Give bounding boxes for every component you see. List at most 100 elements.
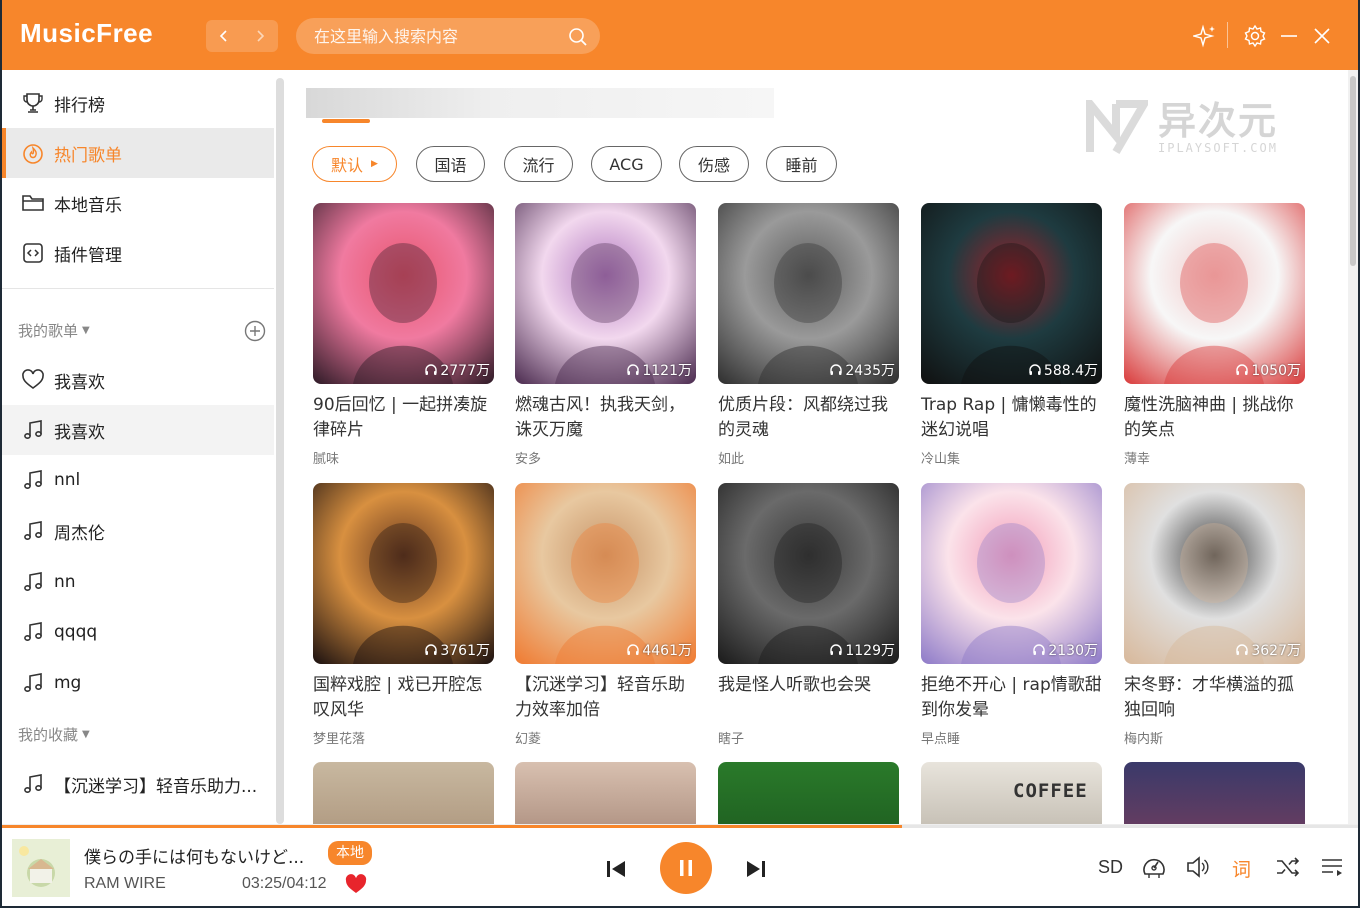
playlist-author[interactable]: 如此: [718, 448, 744, 467]
playlist-author[interactable]: 幻菱: [515, 728, 541, 747]
playlist-card[interactable]: 588.4万 Trap Rap | 慵懒毒性的迷幻说唱冷山集: [921, 203, 1102, 467]
playlist-card[interactable]: 4461万【沉迷学习】轻音乐助力效率加倍幻菱: [515, 483, 696, 747]
tag-bedtime[interactable]: 睡前: [766, 146, 837, 182]
main-scrollbar[interactable]: [1348, 70, 1358, 824]
playlist-card[interactable]: 1129万我是怪人听歌也会哭瞎子: [718, 483, 899, 747]
playlist-card[interactable]: [313, 762, 494, 824]
search-icon[interactable]: [568, 27, 588, 47]
playlist-card[interactable]: [515, 762, 696, 824]
playlist-title[interactable]: 燃魂古风！执我天剑，诛灭万魔: [515, 393, 696, 443]
sidebar-playlist-item[interactable]: 我喜欢: [2, 355, 274, 405]
playlist-queue-button[interactable]: [1318, 853, 1346, 881]
playlist-card[interactable]: 2435万优质片段：风都绕过我的灵魂如此: [718, 203, 899, 467]
volume-button[interactable]: [1184, 853, 1212, 881]
playlist-author[interactable]: 早点睡: [921, 728, 960, 747]
playlist-title[interactable]: 优质片段：风都绕过我的灵魂: [718, 393, 899, 443]
tag-default[interactable]: 默认 ▶: [312, 146, 397, 182]
playlist-title[interactable]: 宋冬野：才华横溢的孤独回响: [1124, 673, 1305, 723]
pause-button[interactable]: [660, 842, 712, 894]
album-art[interactable]: [12, 839, 70, 897]
playlist-cover[interactable]: 2130万: [921, 483, 1102, 664]
playlist-cover[interactable]: [313, 762, 494, 824]
playlist-title[interactable]: 魔性洗脑神曲 | 挑战你的笑点: [1124, 393, 1305, 443]
playlist-title[interactable]: Trap Rap | 慵懒毒性的迷幻说唱: [921, 393, 1102, 443]
playlist-card[interactable]: 1121万燃魂古风！执我天剑，诛灭万魔安多: [515, 203, 696, 467]
close-button[interactable]: [1310, 24, 1334, 48]
playlist-author[interactable]: 瞎子: [718, 728, 744, 747]
add-playlist-button[interactable]: [244, 320, 266, 342]
tag-mandarin[interactable]: 国语: [416, 146, 485, 182]
my-playlists-header[interactable]: 我的歌单 ▼: [18, 320, 90, 341]
playlist-card[interactable]: COFFEE: [921, 762, 1102, 824]
watermark-site: IPLAYSOFT.COM: [1158, 141, 1278, 155]
playlist-card[interactable]: 1050万魔性洗脑神曲 | 挑战你的笑点薄幸: [1124, 203, 1305, 467]
playlist-title[interactable]: 【沉迷学习】轻音乐助力效率加倍: [515, 673, 696, 723]
minimize-button[interactable]: [1277, 24, 1301, 48]
playlist-card[interactable]: [1124, 762, 1305, 824]
playlist-cover[interactable]: [718, 762, 899, 824]
playlist-cover[interactable]: 1121万: [515, 203, 696, 384]
playlist-cover[interactable]: 3761万: [313, 483, 494, 664]
back-button[interactable]: [206, 20, 242, 52]
progress-track[interactable]: [2, 825, 1358, 828]
playlist-author[interactable]: 冷山集: [921, 448, 960, 467]
playlist-card[interactable]: 3627万宋冬野：才华横溢的孤独回响梅内斯: [1124, 483, 1305, 747]
playlist-cover[interactable]: [515, 762, 696, 824]
audio-effects-button[interactable]: [1140, 853, 1168, 881]
playlist-author[interactable]: 安多: [515, 448, 541, 467]
sidebar-playlist-item[interactable]: qqqq: [2, 607, 274, 657]
playlist-cover[interactable]: [1124, 762, 1305, 824]
playlist-cover[interactable]: 1129万: [718, 483, 899, 664]
main-scrollbar-thumb[interactable]: [1350, 76, 1356, 266]
close-icon: [1314, 28, 1330, 44]
playlist-card[interactable]: 2777万 90后回忆 | 一起拼凑旋律碎片腻味: [313, 203, 494, 467]
shuffle-button[interactable]: [1274, 853, 1302, 881]
tag-acg[interactable]: ACG: [591, 146, 662, 182]
playlist-title[interactable]: 拒绝不开心 | rap情歌甜到你发晕: [921, 673, 1102, 723]
playlist-title[interactable]: 我是怪人听歌也会哭: [718, 673, 899, 698]
speedometer-icon: [1143, 858, 1165, 878]
settings-button[interactable]: [1243, 24, 1267, 48]
playlist-title[interactable]: 国粹戏腔 | 戏已开腔怎叹风华: [313, 673, 494, 723]
artist-name[interactable]: RAM WIRE: [84, 875, 166, 893]
search-input[interactable]: [314, 26, 554, 46]
tag-pop[interactable]: 流行: [504, 146, 573, 182]
theme-sparkle-button[interactable]: [1193, 24, 1217, 48]
playlist-card[interactable]: [718, 762, 899, 824]
sidebar-playlist-item[interactable]: 我喜欢: [2, 405, 274, 455]
quality-button[interactable]: SD: [1098, 857, 1123, 878]
favorite-heart-icon[interactable]: [344, 873, 368, 895]
previous-button[interactable]: [602, 855, 630, 883]
playlist-card[interactable]: 2130万拒绝不开心 | rap情歌甜到你发晕早点睡: [921, 483, 1102, 747]
tag-sad[interactable]: 伤感: [679, 146, 749, 182]
playlist-card[interactable]: 3761万国粹戏腔 | 戏已开腔怎叹风华梦里花落: [313, 483, 494, 747]
lyric-button[interactable]: 词: [1232, 855, 1251, 882]
sidebar-scrollbar[interactable]: [276, 78, 284, 824]
sidebar-favorite-item[interactable]: 【沉迷学习】轻音乐助力...: [2, 759, 274, 809]
sidebar-item-plugins[interactable]: 插件管理: [2, 228, 274, 278]
playlist-cover[interactable]: 588.4万: [921, 203, 1102, 384]
playlist-title[interactable]: 90后回忆 | 一起拼凑旋律碎片: [313, 393, 494, 443]
favorites-header[interactable]: 我的收藏 ▼: [18, 724, 90, 745]
sidebar-playlist-item[interactable]: nn: [2, 557, 274, 607]
playlist-cover[interactable]: 2435万: [718, 203, 899, 384]
sidebar-item-hot-playlists[interactable]: 热门歌单: [2, 128, 274, 178]
song-title[interactable]: 僕らの手には何もないけど...: [84, 843, 304, 868]
playlist-cover[interactable]: COFFEE: [921, 762, 1102, 824]
playlist-cover[interactable]: 3627万: [1124, 483, 1305, 664]
forward-button[interactable]: [242, 20, 278, 52]
sidebar-item-charts[interactable]: 排行榜: [2, 78, 274, 128]
sidebar-playlist-item[interactable]: 周杰伦: [2, 506, 274, 556]
sidebar-playlist-item[interactable]: nnl: [2, 455, 274, 505]
playlist-cover[interactable]: 1050万: [1124, 203, 1305, 384]
sidebar-playlist-item[interactable]: mg: [2, 658, 274, 708]
next-button[interactable]: [742, 855, 770, 883]
playlist-cover[interactable]: 2777万: [313, 203, 494, 384]
sidebar-item-local-music[interactable]: 本地音乐: [2, 178, 274, 228]
watermark-brand: 异次元: [1158, 99, 1279, 143]
playlist-author[interactable]: 腻味: [313, 448, 339, 467]
playlist-cover[interactable]: 4461万: [515, 483, 696, 664]
playlist-author[interactable]: 梦里花落: [313, 728, 365, 747]
playlist-author[interactable]: 梅内斯: [1124, 728, 1163, 747]
playlist-author[interactable]: 薄幸: [1124, 448, 1150, 467]
